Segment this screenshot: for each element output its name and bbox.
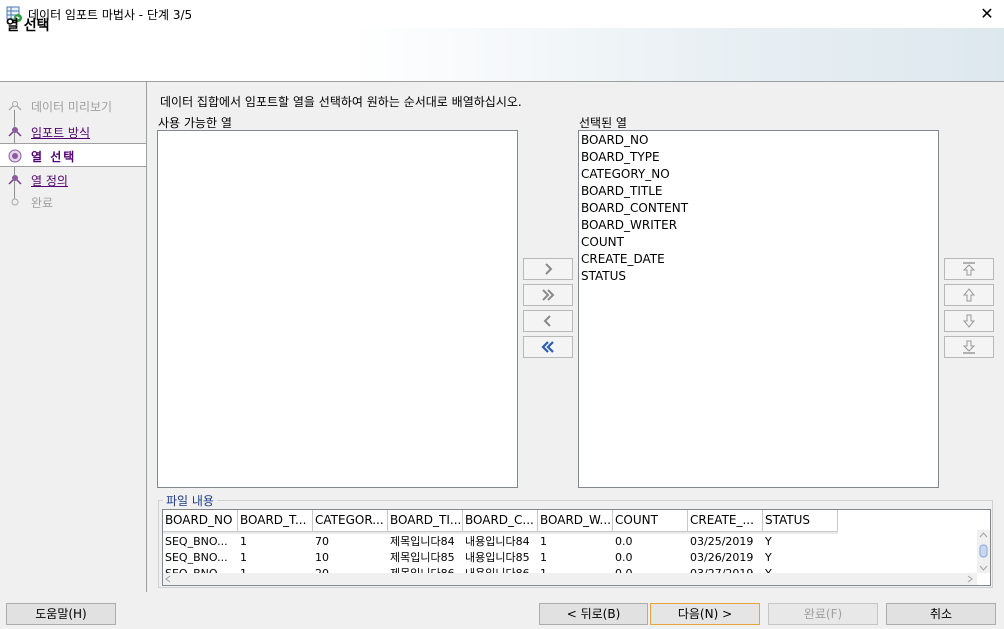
table-cell: 10 — [315, 551, 329, 564]
table-cell: 0.0 — [615, 551, 633, 564]
grid-column-header[interactable]: BOARD_TI... — [388, 510, 463, 532]
table-cell: 제목입니다84 — [390, 535, 455, 548]
move-top-icon — [962, 262, 976, 276]
step-label: 데이터 미리보기 — [31, 100, 113, 114]
selected-column-item[interactable]: BOARD_TYPE — [581, 149, 936, 166]
step-label[interactable]: 임포트 방식 — [31, 124, 90, 141]
table-row[interactable]: SEQ_BNO... 1 70 제목입니다84 내용입니다84 1 0.0 03/25/201… — [163, 534, 838, 550]
step-label: 열 선택 — [31, 150, 77, 164]
available-columns-label: 사용 가능한 열 — [158, 116, 232, 130]
step-disabled-icon — [11, 198, 19, 206]
cancel-button[interactable]: 취소 — [886, 603, 996, 625]
grid-column-header[interactable]: CATEGOR... — [313, 510, 388, 532]
step-label[interactable]: 열 정의 — [31, 172, 68, 189]
grid-column-header[interactable]: BOARD_T... — [238, 510, 313, 532]
step-import-method[interactable]: 임포트 방식 — [0, 121, 146, 143]
move-right-button[interactable] — [523, 258, 573, 280]
move-to-top-button[interactable] — [944, 258, 994, 280]
table-cell: Y — [765, 535, 772, 548]
selected-column-item[interactable]: COUNT — [581, 234, 936, 251]
grid-column-header[interactable]: BOARD_NO — [163, 510, 238, 532]
step-visited-icon — [8, 175, 22, 185]
selected-column-item[interactable]: BOARD_NO — [581, 132, 936, 149]
selected-column-item[interactable]: BOARD_WRITER — [581, 217, 936, 234]
table-cell: 제목입니다85 — [390, 551, 455, 564]
table-cell: SEQ_BNO... — [165, 535, 228, 548]
instruction-text: 데이터 집합에서 임포트할 열을 선택하여 원하는 순서대로 배열하십시오. — [160, 95, 522, 109]
table-cell: Y — [765, 551, 772, 564]
selected-column-item[interactable]: CREATE_DATE — [581, 251, 936, 268]
table-cell: 70 — [315, 535, 329, 548]
move-bottom-icon — [962, 340, 976, 354]
next-button[interactable]: 다음(N) > — [650, 603, 760, 625]
grid-column-header[interactable]: CREATE_... — [688, 510, 763, 532]
arrow-up-icon — [962, 288, 976, 302]
back-button[interactable]: < 뒤로(B) — [539, 603, 648, 625]
grid-horizontal-scrollbar[interactable] — [163, 573, 977, 585]
table-cell: 내용입니다84 — [465, 535, 530, 548]
page-title: 열 선택 — [6, 18, 50, 34]
table-cell: 0.0 — [615, 535, 633, 548]
grid-column-header[interactable]: BOARD_C... — [463, 510, 538, 532]
selected-column-item[interactable]: BOARD_CONTENT — [581, 200, 936, 217]
table-cell: 1 — [540, 535, 547, 548]
step-label: 완료 — [31, 196, 54, 210]
available-columns-list[interactable] — [157, 130, 518, 488]
table-cell: 1 — [240, 535, 247, 548]
wizard-step-nav: 데이터 미리보기 임포트 방식 열 선택 열 정의 완료 — [0, 82, 147, 592]
step-data-preview: 데이터 미리보기 — [0, 95, 146, 117]
move-left-button[interactable] — [523, 310, 573, 332]
window-title: 데이터 임포트 마법사 - 단계 3/5 — [28, 8, 193, 22]
move-up-button[interactable] — [944, 284, 994, 306]
arrow-down-icon — [962, 314, 976, 328]
selected-column-item[interactable]: STATUS — [581, 268, 936, 285]
table-cell: 03/25/2019 — [690, 535, 754, 548]
double-chevron-left-icon — [541, 341, 554, 353]
wizard-header — [0, 28, 1004, 82]
move-all-left-button[interactable] — [523, 336, 573, 358]
grid-column-header[interactable]: STATUS — [763, 510, 838, 532]
grid-column-header[interactable]: COUNT — [613, 510, 688, 532]
step-define-columns[interactable]: 열 정의 — [0, 169, 146, 191]
move-all-right-button[interactable] — [523, 284, 573, 306]
step-select-columns[interactable]: 열 선택 — [0, 143, 146, 167]
move-to-bottom-button[interactable] — [944, 336, 994, 358]
table-cell: 내용입니다85 — [465, 551, 530, 564]
chevron-right-icon — [545, 263, 553, 275]
double-chevron-right-icon — [542, 289, 555, 301]
table-cell: 1 — [240, 551, 247, 564]
table-row[interactable]: SEQ_BNO... 1 10 제목입니다85 내용입니다85 1 0.0 03/26/201… — [163, 550, 838, 566]
chevron-left-icon — [543, 315, 551, 327]
grid-column-header[interactable]: BOARD_W... — [538, 510, 613, 532]
step-current-icon — [8, 149, 22, 163]
table-cell: 03/26/2019 — [690, 551, 754, 564]
selected-columns-label: 선택된 열 — [579, 116, 627, 130]
table-cell: SEQ_BNO... — [165, 551, 228, 564]
step-disabled-icon — [8, 101, 22, 111]
step-finish: 완료 — [0, 191, 146, 213]
close-icon[interactable]: ✕ — [975, 3, 999, 25]
move-down-button[interactable] — [944, 310, 994, 332]
file-content-label: 파일 내용 — [163, 492, 217, 509]
selected-column-item[interactable]: BOARD_TITLE — [581, 183, 936, 200]
table-cell: 1 — [540, 551, 547, 564]
selected-column-item[interactable]: CATEGORY_NO — [581, 166, 936, 183]
step-visited-icon — [8, 127, 22, 137]
grid-vertical-scrollbar[interactable] — [977, 530, 990, 573]
selected-columns-list[interactable]: BOARD_NO BOARD_TYPE CATEGORY_NO BOARD_TITLE… — [578, 130, 939, 488]
finish-button: 완료(F) — [768, 603, 878, 625]
help-button[interactable]: 도움말(H) — [6, 603, 116, 625]
